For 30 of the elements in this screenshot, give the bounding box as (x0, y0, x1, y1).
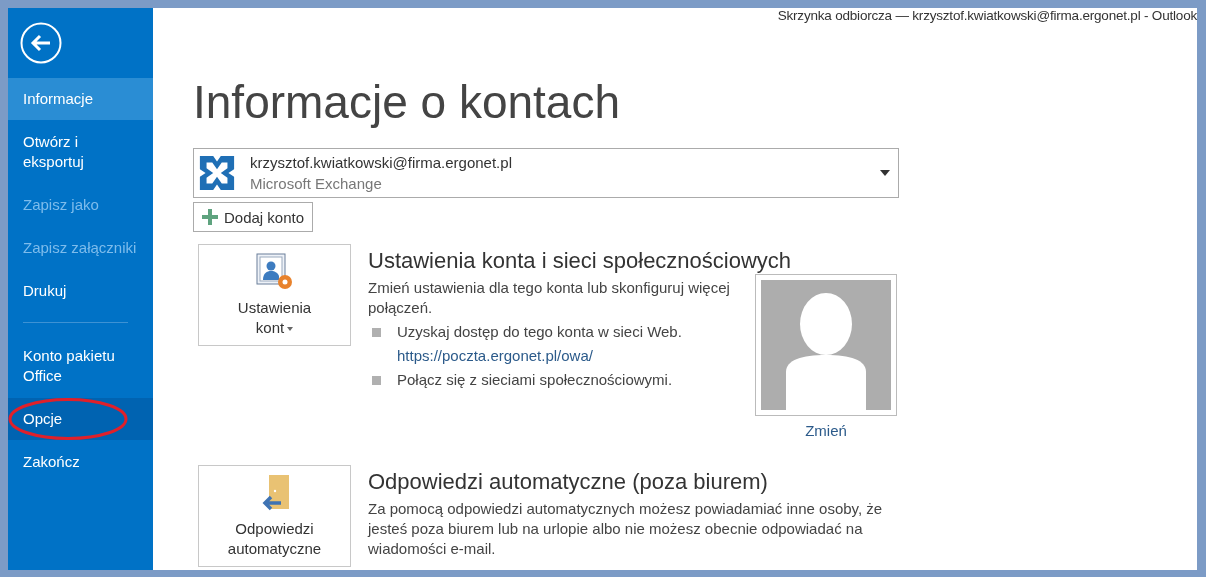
account-type: Microsoft Exchange (250, 175, 383, 192)
plus-icon (202, 209, 218, 225)
page-heading: Informacje o kontach (193, 75, 621, 130)
window-title: Skrzynka odbiorcza — krzysztof.kwiatkowski@firma.ergonet.pl - Outlook (777, 8, 1197, 23)
sidebar-item[interactable]: Otwórz i eksportuj (8, 121, 153, 183)
sidebar-item[interactable]: Konto pakietu Office (8, 335, 153, 397)
web-access-link[interactable]: https://poczta.ergonet.pl/owa/ (397, 346, 682, 366)
exchange-icon (198, 154, 236, 192)
section-title: Odpowiedzi automatyczne (poza biurem) (368, 469, 769, 495)
account-settings-icon (254, 252, 295, 292)
sidebar-item[interactable]: Informacje (8, 78, 153, 120)
caret-icon (287, 327, 294, 332)
back-icon[interactable] (20, 22, 62, 64)
section-title: Ustawienia konta i sieci społecznościowych (368, 248, 793, 274)
caret-icon (880, 170, 890, 176)
sidebar-item[interactable]: Opcje (8, 398, 153, 440)
account-email: krzysztof.kwiatkowski@firma.ergonet.pl (250, 154, 513, 171)
sidebar-item[interactable]: Zakończ (8, 441, 153, 483)
bullet-text: Uzyskaj dostęp do tego konta w sieci Web. (397, 322, 682, 342)
add-account-button[interactable]: Dodaj konto (193, 202, 314, 232)
bullet-icon (372, 376, 381, 385)
section-description: Zmień ustawienia dla tego konta lub skonfiguruj więcej połączeń. (368, 278, 731, 318)
change-photo-link[interactable]: Zmień (805, 422, 847, 439)
account-dropdown[interactable]: krzysztof.kwiatkowski@firma.ergonet.pl Microsoft Exchange (193, 148, 899, 198)
section-button[interactable]: Odpowiedzi automatyczne (198, 465, 351, 567)
section-button[interactable]: Ustawienia kont (198, 244, 351, 346)
bullet-icon (372, 328, 381, 337)
bullet-text: Połącz się z sieciami społecznościowymi. (397, 370, 673, 390)
section-description: Za pomocą odpowiedzi automatycznych możesz powiadamiać inne osoby, że jesteś poza biurem lub na urlopie albo nie możesz obecnie odpowiadać na wiadomości e-mail. (368, 499, 884, 559)
sidebar-item[interactable]: Drukuj (8, 270, 153, 334)
